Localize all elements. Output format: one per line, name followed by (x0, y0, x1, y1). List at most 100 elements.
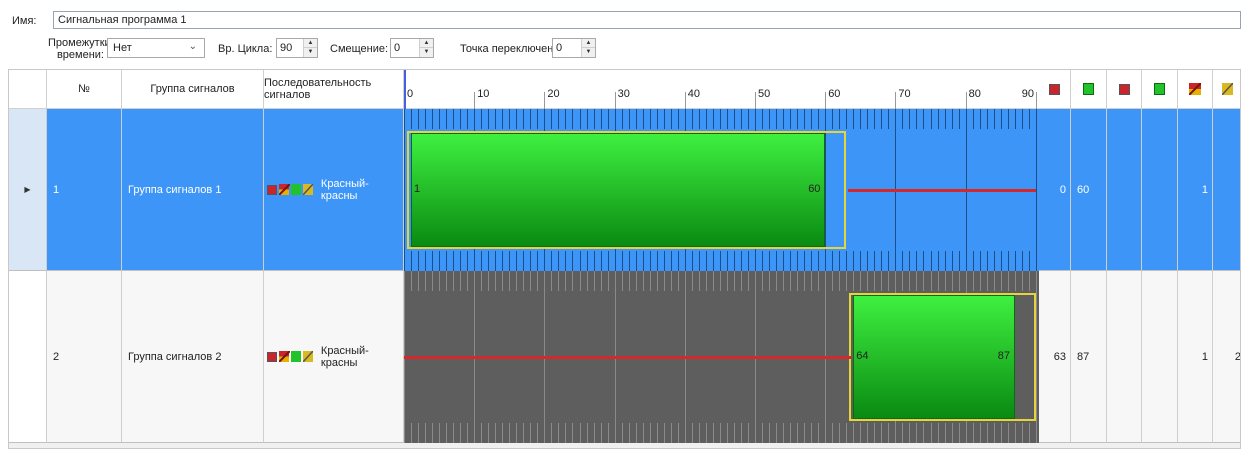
switch-point-spinner[interactable]: 0 ▲ ▼ (552, 38, 596, 58)
track-tick (586, 271, 588, 291)
row1-num[interactable]: 1 (47, 109, 122, 271)
track-tick (495, 109, 497, 129)
track-tick (523, 271, 525, 291)
green-light-icon (1083, 83, 1094, 95)
red-phase-line[interactable] (404, 356, 852, 359)
row1-sequence[interactable]: Красный-красны (264, 109, 404, 271)
track-tick (663, 109, 665, 129)
track-tick (790, 271, 792, 291)
spin-up-icon[interactable]: ▲ (582, 39, 595, 48)
track-tick (1021, 109, 1023, 129)
track-tick (481, 423, 483, 443)
track-tick (972, 423, 974, 443)
row1-timeline-track[interactable]: 1 60 (404, 109, 1039, 271)
cycle-spinner[interactable]: 90 ▲ ▼ (276, 38, 318, 58)
row1-col5[interactable] (1107, 109, 1142, 271)
track-tick (572, 109, 574, 129)
timeline-tick-label: 80 (968, 88, 981, 100)
timeline-tick (684, 92, 686, 109)
track-tick (846, 251, 848, 271)
phase-start-label: 64 (856, 350, 869, 362)
track-tick (537, 271, 539, 291)
track-tick (551, 109, 553, 129)
track-tick (860, 251, 862, 271)
track-tick (923, 423, 925, 443)
track-tick (930, 423, 932, 443)
track-tick (762, 271, 764, 291)
offset-spinner[interactable]: 0 ▲ ▼ (390, 38, 434, 58)
column-header-sequence[interactable]: Последовательность сигналов (264, 70, 404, 109)
track-tick (621, 251, 623, 271)
column-header-group[interactable]: Группа сигналов (122, 70, 264, 109)
row2-timeline-track[interactable]: 64 87 (404, 271, 1039, 443)
row2-col5[interactable] (1107, 271, 1142, 443)
spin-up-icon[interactable]: ▲ (420, 39, 433, 48)
track-tick (551, 423, 553, 443)
row2-sequence-text: Красный-красны (320, 344, 369, 369)
track-tick (916, 109, 918, 129)
track-tick (860, 271, 862, 291)
row2-red-start[interactable]: 63 (1039, 271, 1071, 443)
spin-up-icon[interactable]: ▲ (304, 39, 317, 48)
green-phase-bar[interactable] (411, 133, 826, 247)
track-tick (747, 251, 749, 271)
program-name-input[interactable]: Сигнальная программа 1 (53, 11, 1241, 29)
timeline-cursor[interactable] (404, 70, 406, 109)
row2-sequence[interactable]: Красный-красны (264, 271, 404, 443)
track-tick (705, 251, 707, 271)
column-header-yellow[interactable] (1213, 70, 1240, 109)
track-tick (446, 423, 448, 443)
track-tick (481, 271, 483, 291)
track-tick (888, 423, 890, 443)
red-phase-line[interactable] (848, 189, 1036, 192)
row-selector-1[interactable]: ▶ (9, 109, 47, 271)
green-light-icon (1154, 83, 1165, 95)
row2-col7[interactable]: 1 (1178, 271, 1213, 443)
row-selector-2[interactable] (9, 271, 47, 443)
row2-col6[interactable] (1142, 271, 1178, 443)
track-tick (600, 251, 602, 271)
spin-down-icon[interactable]: ▼ (582, 48, 595, 57)
track-tick (502, 251, 504, 271)
row2-green-end[interactable]: 87 (1071, 271, 1107, 443)
column-header-green-2[interactable] (1142, 70, 1178, 109)
track-tick (1028, 109, 1030, 129)
column-header-num[interactable]: № (47, 70, 122, 109)
row1-group[interactable]: Группа сигналов 1 (122, 109, 264, 271)
row1-green-end[interactable]: 60 (1071, 109, 1107, 271)
track-tick (600, 271, 602, 291)
track-tick (769, 109, 771, 129)
track-tick (425, 251, 427, 271)
timeline-tick-label: 40 (687, 88, 701, 100)
track-tick (979, 109, 981, 129)
track-tick (572, 251, 574, 271)
green-phase-bar[interactable] (853, 295, 1015, 419)
row1-col8[interactable] (1213, 109, 1240, 271)
spin-down-icon[interactable]: ▼ (420, 48, 433, 57)
track-tick (705, 423, 707, 443)
column-header-green[interactable] (1071, 70, 1107, 109)
row1-red-start[interactable]: 0 (1039, 109, 1071, 271)
track-tick (509, 423, 511, 443)
yellow-blink-icon (303, 351, 314, 362)
red-light-icon (267, 184, 277, 195)
column-header-red-2[interactable] (1107, 70, 1142, 109)
track-tick (677, 271, 679, 291)
intervals-select[interactable]: Нет ⌄ (107, 38, 205, 58)
spin-down-icon[interactable]: ▼ (304, 48, 317, 57)
track-tick (986, 109, 988, 129)
row1-col6[interactable] (1142, 109, 1178, 271)
track-tick (628, 109, 630, 129)
column-header-red-yellow[interactable] (1178, 70, 1213, 109)
track-tick (1007, 271, 1009, 291)
row2-group[interactable]: Группа сигналов 2 (122, 271, 264, 443)
track-tick (439, 109, 441, 129)
track-tick (769, 251, 771, 271)
row2-num[interactable]: 2 (47, 271, 122, 443)
track-tick (495, 271, 497, 291)
row2-col8[interactable]: 2 (1213, 271, 1240, 443)
track-tick (467, 271, 469, 291)
track-tick (797, 423, 799, 443)
row1-col7[interactable]: 1 (1178, 109, 1213, 271)
column-header-red[interactable] (1039, 70, 1071, 109)
